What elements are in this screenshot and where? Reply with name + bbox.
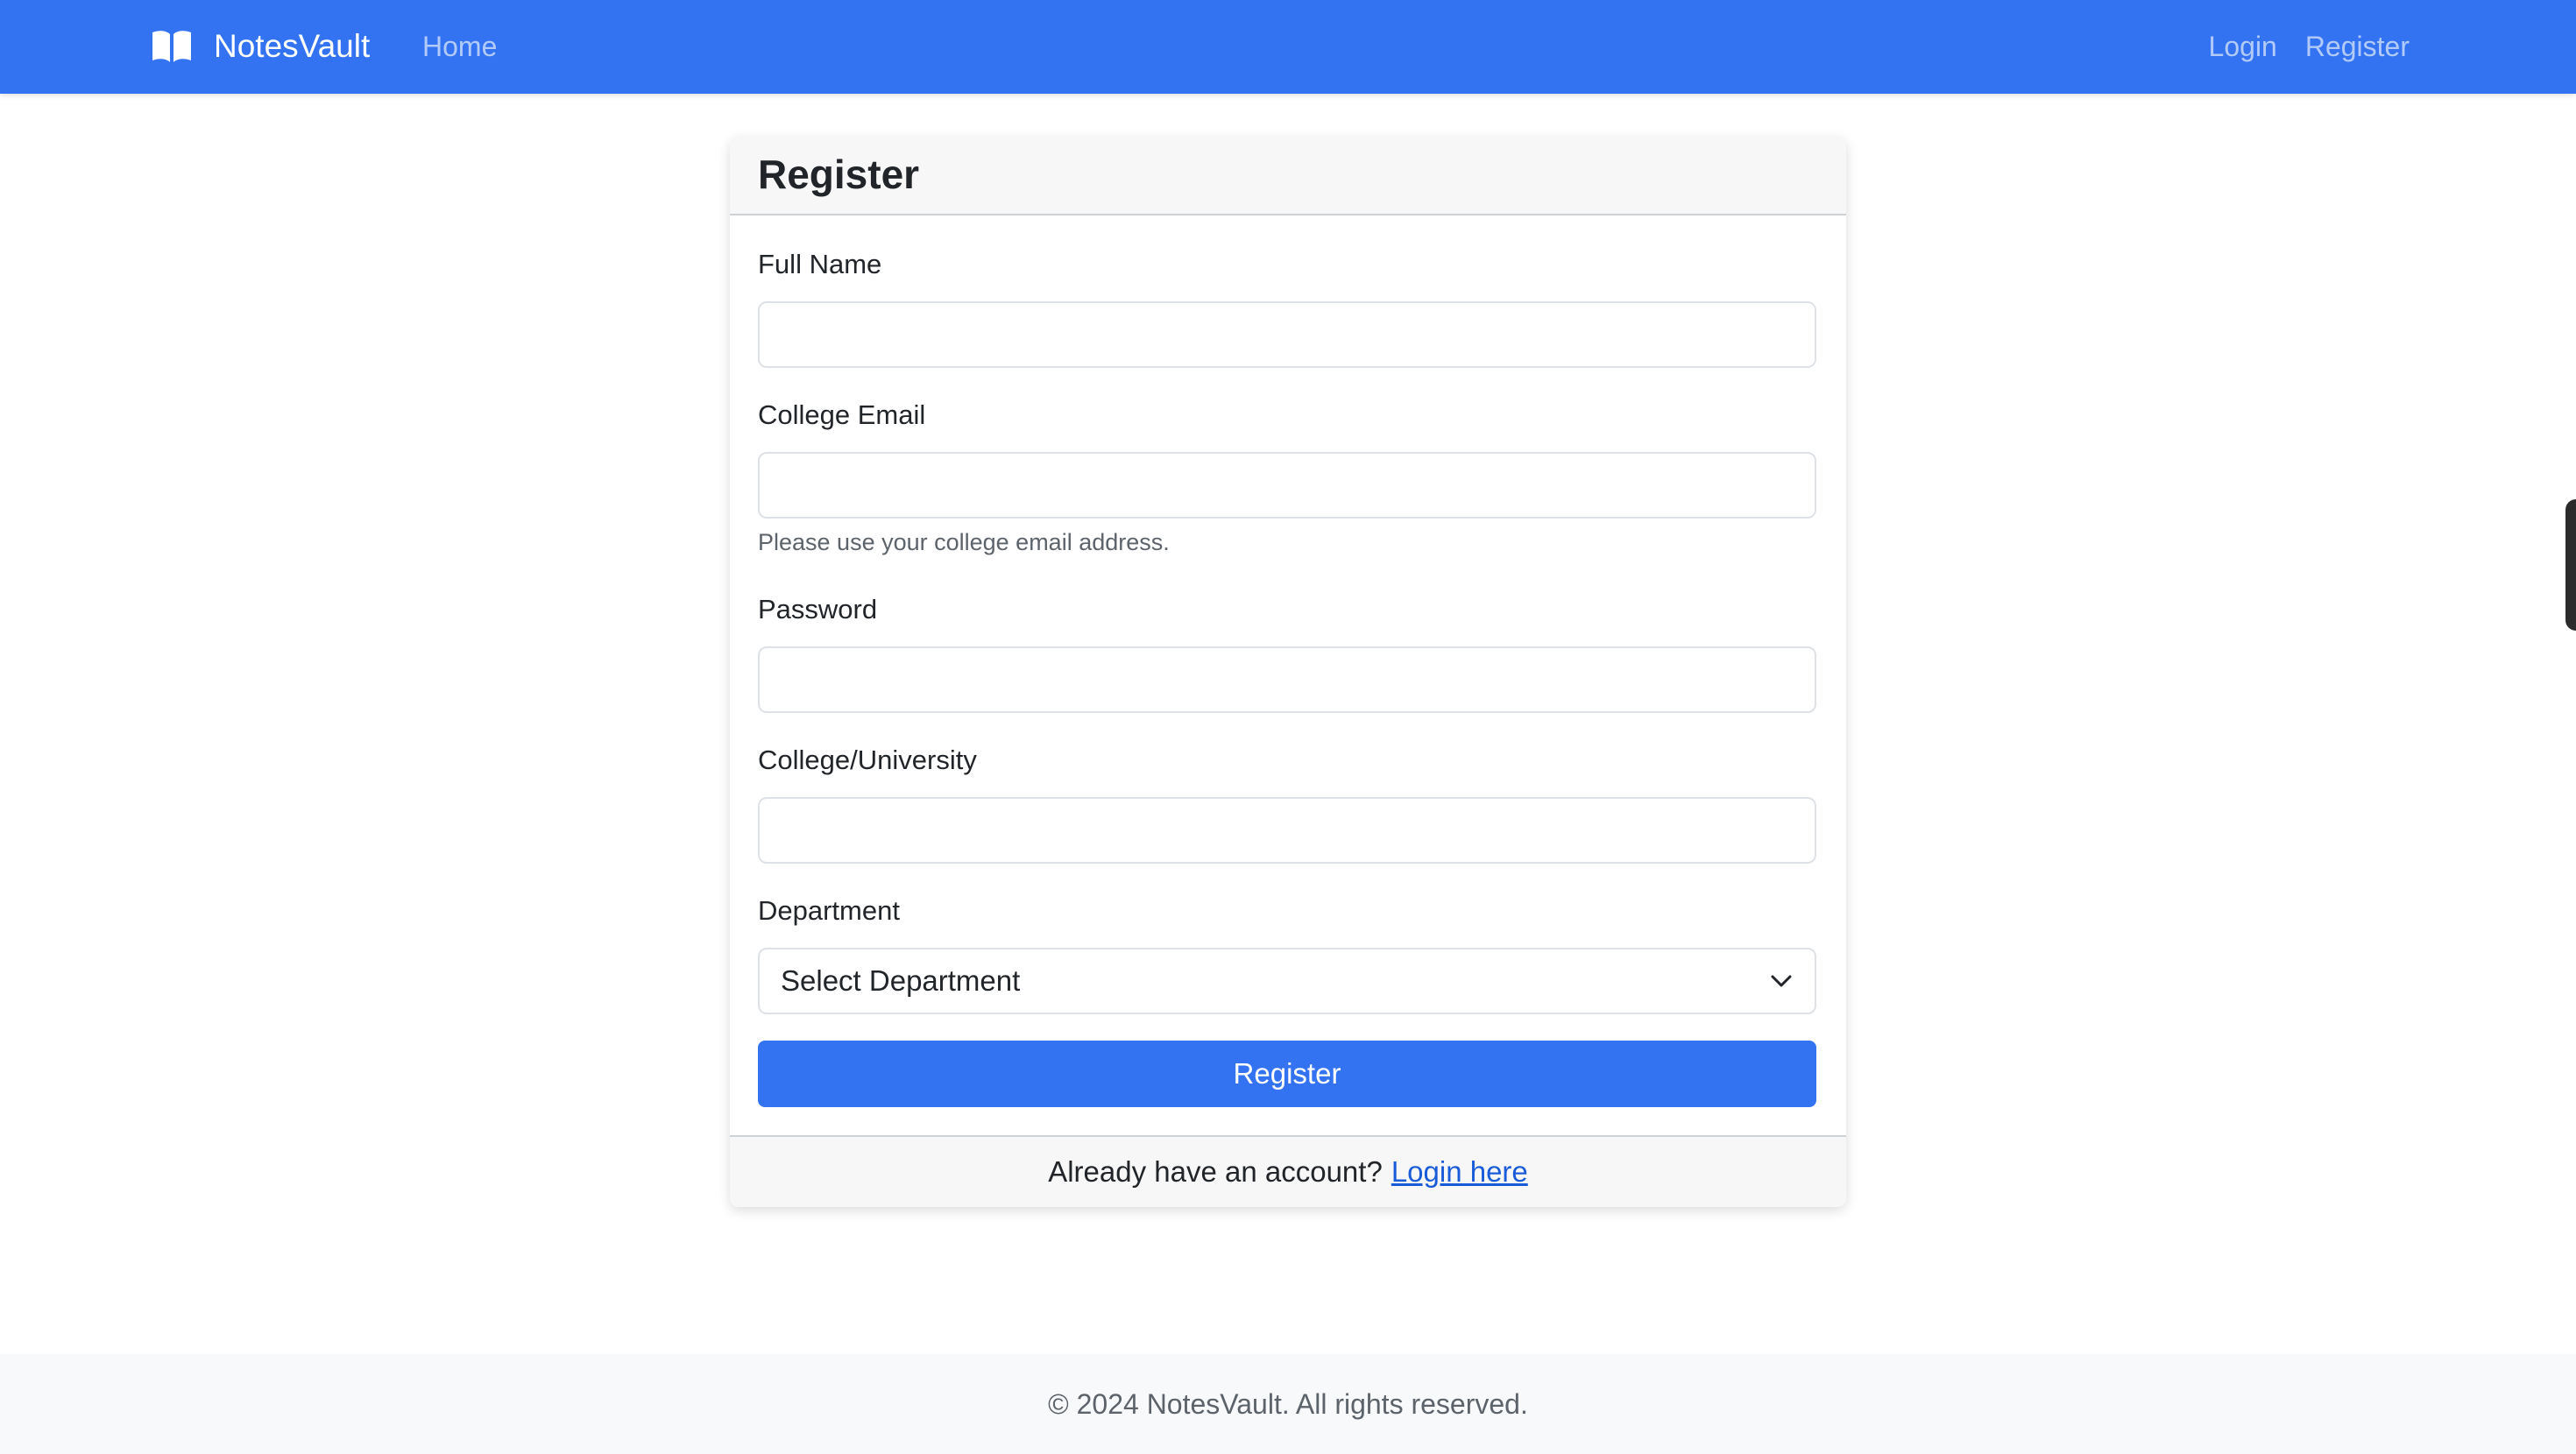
college-input[interactable]: [758, 797, 1816, 864]
password-input[interactable]: [758, 646, 1816, 713]
side-panel-handle[interactable]: [2565, 499, 2576, 631]
full-name-input[interactable]: [758, 301, 1816, 368]
full-name-label: Full Name: [758, 249, 882, 279]
open-book-icon: [152, 31, 191, 62]
college-email-input[interactable]: [758, 452, 1816, 519]
brand-link[interactable]: NotesVault: [151, 21, 370, 72]
login-here-link[interactable]: Login here: [1391, 1155, 1528, 1189]
card-header: Register: [730, 137, 1846, 215]
chevron-down-icon: [1771, 975, 1792, 987]
page-footer: © 2024 NotesVault. All rights reserved.: [0, 1354, 2576, 1454]
nav-register-link[interactable]: Register: [2305, 26, 2410, 67]
login-prompt: Already have an account?: [1048, 1155, 1383, 1188]
card-title: Register: [758, 152, 920, 197]
brand-name: NotesVault: [214, 28, 371, 64]
nav-right-links: Login Register: [2209, 26, 2410, 67]
register-button[interactable]: Register: [758, 1041, 1816, 1107]
department-select[interactable]: Select Department: [758, 948, 1816, 1014]
register-card: Register Full Name College Email Please …: [730, 137, 1846, 1207]
nav-home-link[interactable]: Home: [422, 26, 497, 67]
card-footer: Already have an account? Login here: [730, 1135, 1846, 1207]
college-email-label: College Email: [758, 399, 926, 430]
nav-login-link[interactable]: Login: [2209, 26, 2277, 67]
college-label: College/University: [758, 745, 977, 775]
copyright-text: © 2024 NotesVault. All rights reserved.: [1048, 1387, 1528, 1420]
department-label: Department: [758, 895, 900, 926]
top-navbar: NotesVault Home Login Register: [0, 0, 2576, 94]
department-selected-value: Select Department: [781, 964, 1021, 997]
password-label: Password: [758, 594, 878, 625]
college-email-help: Please use your college email address.: [758, 529, 1170, 555]
